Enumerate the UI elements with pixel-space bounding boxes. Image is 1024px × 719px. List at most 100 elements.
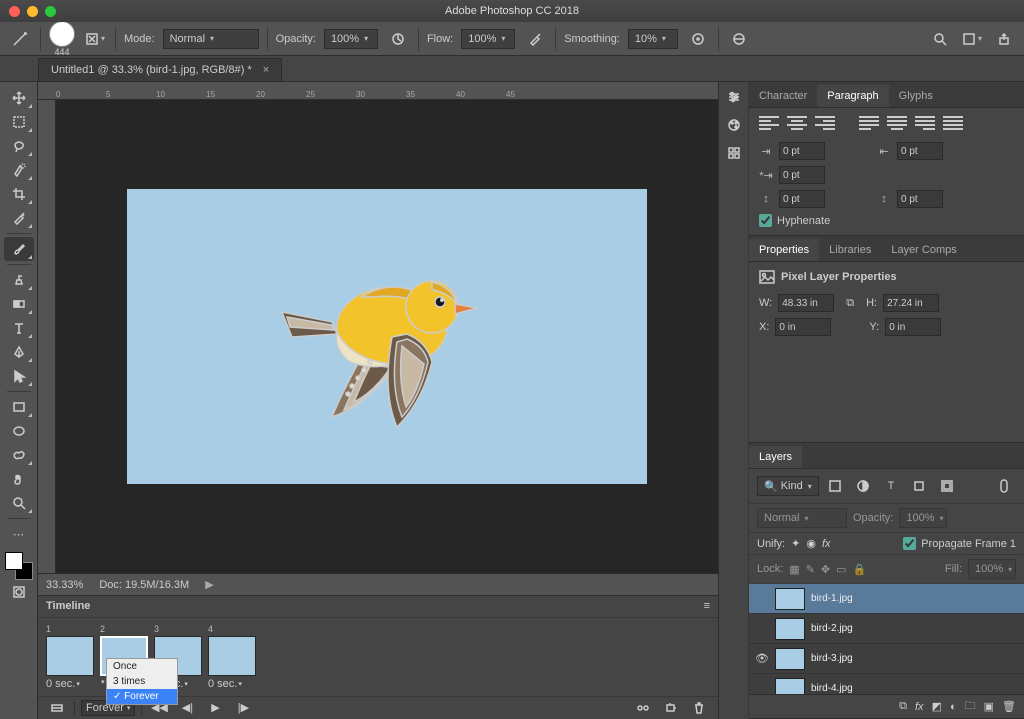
filter-adjust-icon[interactable] xyxy=(851,474,875,498)
filter-smart-icon[interactable] xyxy=(935,474,959,498)
justify-center-icon[interactable] xyxy=(887,116,907,132)
brush-tool[interactable] xyxy=(4,237,34,261)
delete-layer-icon[interactable]: 🗑 xyxy=(1002,700,1016,713)
justify-left-icon[interactable] xyxy=(859,116,879,132)
tab-glyphs[interactable]: Glyphs xyxy=(889,85,943,107)
timeline-frame-1[interactable]: 1 0 sec. xyxy=(46,624,94,690)
zoom-tool[interactable] xyxy=(4,491,34,515)
layer-name[interactable]: bird-1.jpg xyxy=(811,593,853,604)
layer-mask-icon[interactable]: ◩ xyxy=(932,700,942,713)
lock-pixels-icon[interactable]: ▦ xyxy=(789,563,799,576)
loop-menu[interactable]: Once 3 times Forever xyxy=(106,658,178,705)
workspace-switcher[interactable] xyxy=(960,27,984,51)
align-right-icon[interactable] xyxy=(815,116,835,132)
type-tool[interactable] xyxy=(4,316,34,340)
justify-right-icon[interactable] xyxy=(915,116,935,132)
align-left-icon[interactable] xyxy=(759,116,779,132)
gradient-tool[interactable] xyxy=(4,292,34,316)
horizontal-ruler[interactable]: 051015202530354045 xyxy=(38,82,718,100)
tab-properties[interactable]: Properties xyxy=(749,239,819,261)
status-flyout-icon[interactable]: ▶ xyxy=(205,578,213,591)
adjustment-layer-icon[interactable]: ◐ xyxy=(950,701,957,713)
filter-type-icon[interactable]: T xyxy=(879,474,903,498)
propagate-checkbox[interactable]: Propagate Frame 1 xyxy=(903,537,1016,550)
flow-dropdown[interactable]: 100% xyxy=(461,29,515,49)
smoothing-options-icon[interactable] xyxy=(686,27,710,51)
brush-settings-toggle[interactable] xyxy=(83,27,107,51)
link-wh-icon[interactable]: ⧉ xyxy=(846,297,854,310)
loop-option-3times[interactable]: 3 times xyxy=(107,674,177,689)
layer-name[interactable]: bird-3.jpg xyxy=(811,653,853,664)
brush-pressure-size-icon[interactable] xyxy=(727,27,751,51)
height-field[interactable] xyxy=(883,294,939,312)
close-document-icon[interactable]: × xyxy=(263,64,269,76)
indent-first-field[interactable] xyxy=(779,166,825,184)
unify-style-icon[interactable]: fx xyxy=(822,538,831,550)
layer-name[interactable]: bird-2.jpg xyxy=(811,623,853,634)
adjustments-dock-icon[interactable] xyxy=(723,86,745,108)
convert-timeline-icon[interactable] xyxy=(46,699,68,717)
x-field[interactable] xyxy=(775,318,831,336)
tab-libraries[interactable]: Libraries xyxy=(819,239,881,261)
quick-select-tool[interactable] xyxy=(4,158,34,182)
indent-right-field[interactable] xyxy=(897,142,943,160)
frame-duration[interactable]: 0 sec. xyxy=(46,678,94,690)
y-field[interactable] xyxy=(885,318,941,336)
edit-toolbar-icon[interactable]: ⋯ xyxy=(4,522,34,546)
frame-duration[interactable]: 0 sec. xyxy=(208,678,256,690)
lasso-tool[interactable] xyxy=(4,134,34,158)
opacity-pressure-icon[interactable] xyxy=(386,27,410,51)
layer-row[interactable]: bird-4.jpg xyxy=(749,674,1024,694)
smoothing-dropdown[interactable]: 10% xyxy=(628,29,678,49)
new-layer-icon[interactable]: ▣ xyxy=(984,700,994,713)
layer-row[interactable]: bird-1.jpg xyxy=(749,584,1024,614)
blend-mode-layers[interactable]: Normal xyxy=(757,508,847,528)
layer-row[interactable]: 👁 bird-3.jpg xyxy=(749,644,1024,674)
unify-position-icon[interactable]: ✦ xyxy=(791,537,800,550)
tab-paragraph[interactable]: Paragraph xyxy=(817,85,888,107)
align-center-icon[interactable] xyxy=(787,116,807,132)
hand-tool[interactable] xyxy=(4,467,34,491)
loop-option-once[interactable]: Once xyxy=(107,659,177,674)
tool-preset-picker[interactable] xyxy=(8,27,32,51)
lock-all-icon[interactable]: 🔒 xyxy=(853,563,867,576)
layer-opacity-field[interactable]: 100% xyxy=(899,508,947,528)
brush-preview[interactable]: 444 xyxy=(49,21,75,57)
vertical-ruler[interactable] xyxy=(38,100,56,573)
tab-layers[interactable]: Layers xyxy=(749,446,802,468)
hyphenate-checkbox[interactable]: Hyphenate xyxy=(759,214,1014,227)
filter-toggle-icon[interactable] xyxy=(992,474,1016,498)
canvas-viewport[interactable] xyxy=(56,100,718,573)
duplicate-frame-icon[interactable] xyxy=(660,699,682,717)
filter-pixel-icon[interactable] xyxy=(823,474,847,498)
layer-row[interactable]: bird-2.jpg xyxy=(749,614,1024,644)
foreground-swatch[interactable] xyxy=(5,552,23,570)
justify-all-icon[interactable] xyxy=(943,116,963,132)
panel-menu-icon[interactable]: ≡ xyxy=(704,600,710,612)
document-tab[interactable]: Untitled1 @ 33.3% (bird-1.jpg, RGB/8#) *… xyxy=(38,58,282,81)
loop-option-forever[interactable]: Forever xyxy=(107,689,177,704)
tab-character[interactable]: Character xyxy=(749,85,817,107)
tween-icon[interactable] xyxy=(632,699,654,717)
search-icon[interactable] xyxy=(928,27,952,51)
layer-name[interactable]: bird-4.jpg xyxy=(811,683,853,694)
color-dock-icon[interactable] xyxy=(723,114,745,136)
eyedropper-tool[interactable] xyxy=(4,206,34,230)
crop-tool[interactable] xyxy=(4,182,34,206)
group-icon[interactable]: 🗀 xyxy=(965,697,976,716)
quick-mask-icon[interactable] xyxy=(4,580,34,604)
pen-tool[interactable] xyxy=(4,340,34,364)
document-canvas[interactable] xyxy=(127,189,647,484)
zoom-level[interactable]: 33.33% xyxy=(46,579,83,591)
layer-fx-icon[interactable]: fx xyxy=(915,701,924,713)
delete-frame-icon[interactable] xyxy=(688,699,710,717)
fill-field[interactable]: 100% xyxy=(968,559,1016,579)
zoom-window-button[interactable] xyxy=(45,6,56,17)
rectangle-tool[interactable] xyxy=(4,395,34,419)
clone-stamp-tool[interactable] xyxy=(4,268,34,292)
space-after-field[interactable] xyxy=(897,190,943,208)
width-field[interactable] xyxy=(778,294,834,312)
ellipse-tool[interactable] xyxy=(4,419,34,443)
visibility-toggle[interactable]: 👁 xyxy=(755,652,769,665)
close-window-button[interactable] xyxy=(9,6,20,17)
